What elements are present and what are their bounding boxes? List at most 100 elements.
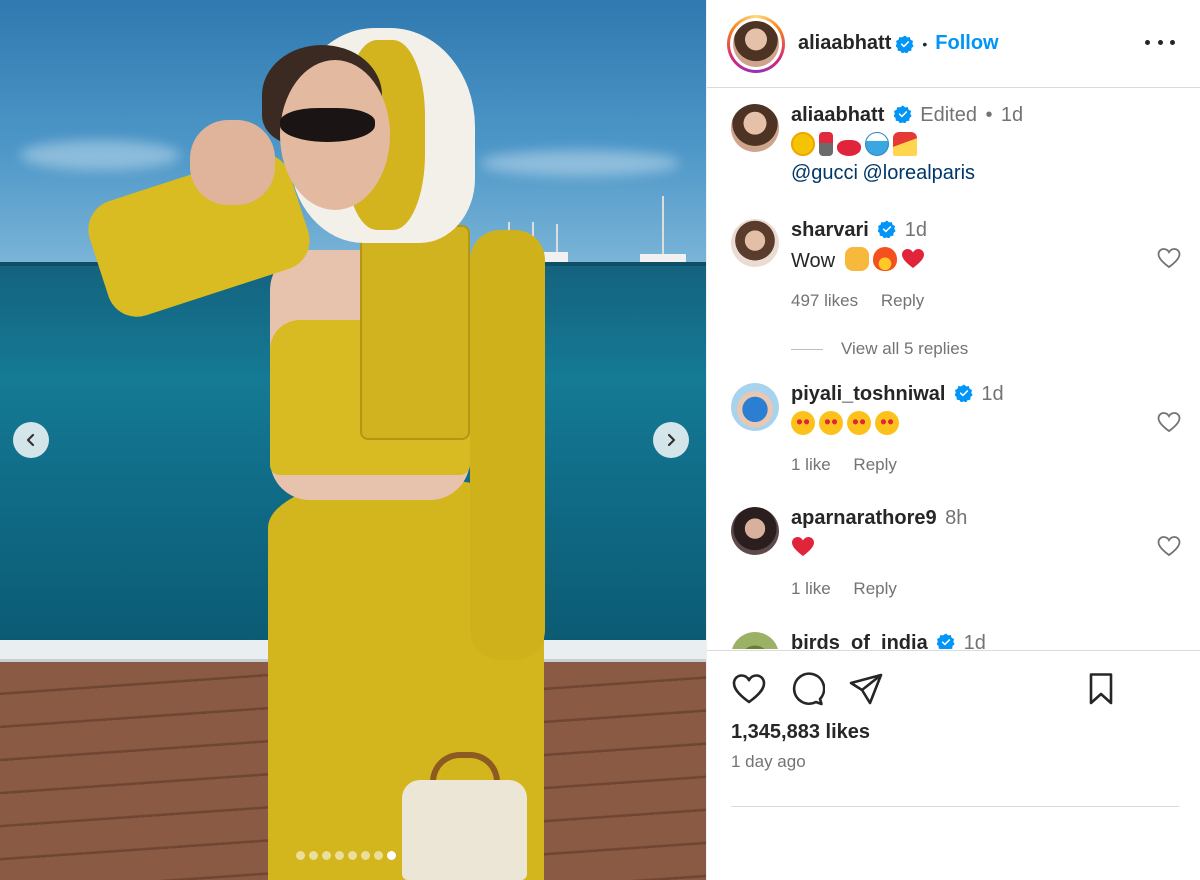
commenter-username[interactable]: birds_of_india (791, 632, 928, 649)
like-comment-icon[interactable] (1157, 411, 1181, 433)
commenter-username[interactable]: aparnarathore9 (791, 507, 937, 529)
like-count[interactable]: 1,345,883 likes (731, 721, 870, 744)
caption-mentions: @gucci @lorealparis (791, 162, 1151, 185)
photo-jacket-side (470, 230, 545, 660)
comment-text: Wow (791, 247, 1151, 273)
photo-handbag (402, 780, 527, 880)
comment-item: sharvari 1d Wow 497 likes Reply (731, 219, 1181, 319)
fire-emoji (872, 247, 897, 271)
more-options-icon[interactable] (1145, 30, 1175, 54)
sun-emoji (791, 132, 815, 156)
view-replies-label: View all 5 replies (841, 339, 969, 358)
follow-button[interactable]: Follow (935, 32, 998, 55)
caption-age: 1d (1000, 104, 1024, 126)
post-side-panel: aliaabhatt • Follow aliaabhatt Edited • … (706, 0, 1200, 880)
red-heart-emoji (901, 249, 924, 268)
separator-dot: • (922, 35, 928, 52)
carousel-dot[interactable] (335, 851, 344, 860)
commenter-avatar[interactable] (731, 507, 779, 555)
chevron-left-icon (26, 433, 35, 447)
heart-eyes-emoji (791, 411, 815, 435)
commenter-username[interactable]: piyali_toshniwal (791, 383, 945, 405)
verified-badge-icon (878, 220, 896, 238)
heart-eyes-emoji (819, 411, 843, 435)
carousel-dot[interactable] (348, 851, 357, 860)
chevron-right-icon (667, 433, 676, 447)
photo-cloud (480, 150, 680, 176)
comment-likes[interactable]: 1 like (791, 579, 831, 598)
like-comment-icon[interactable] (1157, 535, 1181, 557)
post-timestamp[interactable]: 1 day ago (731, 752, 806, 772)
avatar-image (733, 20, 779, 67)
comment-actions: 497 likes Reply (791, 291, 1151, 311)
comments-list[interactable]: aliaabhatt Edited • 1d @gucci @lorealpar… (707, 89, 1200, 649)
raised-hands-emoji (844, 247, 869, 271)
verified-badge-icon (954, 384, 973, 402)
separator-dot: • (985, 104, 993, 126)
save-icon[interactable] (1083, 671, 1119, 707)
caption-avatar[interactable] (731, 104, 779, 152)
carousel-dot[interactable] (322, 851, 331, 860)
photo-ship-mast (556, 224, 558, 252)
verified-badge-icon (937, 633, 955, 649)
reply-button[interactable]: Reply (881, 291, 924, 310)
comment-actions: 1 like Reply (791, 455, 1151, 475)
comment-age: 1d (904, 219, 927, 241)
commenter-username[interactable]: sharvari (791, 219, 869, 241)
carousel-dot[interactable] (387, 851, 396, 860)
commenter-avatar[interactable] (731, 219, 779, 267)
caption-username[interactable]: aliaabhatt (791, 104, 884, 126)
commenter-avatar[interactable] (731, 383, 779, 431)
comment-actions: 1 like Reply (791, 579, 1151, 599)
comment-likes[interactable]: 497 likes (791, 291, 858, 310)
reply-button[interactable]: Reply (853, 455, 896, 474)
photo-sailboat-mast (662, 196, 664, 254)
commenter-avatar[interactable] (731, 632, 779, 649)
author-avatar[interactable] (727, 14, 785, 73)
comment-icon[interactable] (789, 671, 825, 707)
photo-sunglasses (280, 108, 375, 142)
post-photo[interactable] (0, 0, 706, 880)
lipstick-emoji (819, 132, 833, 156)
section-divider (731, 806, 1179, 807)
mention-link[interactable]: @lorealparis (862, 162, 975, 184)
reply-button[interactable]: Reply (853, 579, 896, 598)
view-replies-line (791, 348, 823, 350)
mention-link[interactable]: @gucci (791, 162, 858, 184)
verified-badge-icon (893, 105, 912, 123)
next-slide-button[interactable] (653, 422, 689, 458)
carousel-dot[interactable] (374, 851, 383, 860)
action-icons (731, 671, 1177, 707)
comment-item: aparnarathore9 8h 1 like Reply (731, 507, 1181, 607)
photo-jacket-lapel (360, 225, 470, 440)
carousel-dot[interactable] (309, 851, 318, 860)
photo-sailboat (640, 254, 686, 262)
post-action-bar: 1,345,883 likes 1 day ago (707, 650, 1200, 880)
beach-umbrella-emoji (893, 132, 917, 156)
caption-edited: Edited (920, 104, 977, 126)
photo-hand (190, 120, 275, 205)
post-header: aliaabhatt • Follow (707, 0, 1200, 88)
comment-text-word: Wow (791, 250, 836, 272)
like-comment-icon[interactable] (1157, 247, 1181, 269)
author-username[interactable]: aliaabhatt (798, 32, 891, 55)
comment-text (791, 411, 1151, 437)
carousel-dots (296, 851, 396, 860)
comment-likes[interactable]: 1 like (791, 455, 831, 474)
caption-emojis (791, 132, 1151, 158)
view-replies-button[interactable]: View all 5 replies (791, 339, 968, 359)
comment-age: 8h (945, 507, 968, 529)
share-icon[interactable] (848, 671, 884, 707)
red-heart-emoji (792, 537, 814, 556)
heart-eyes-emoji (875, 411, 899, 435)
verified-badge-icon (896, 34, 914, 53)
previous-slide-button[interactable] (13, 422, 49, 458)
caption: aliaabhatt Edited • 1d @gucci @lorealpar… (731, 104, 1181, 194)
comment-age: 1d (981, 383, 1004, 405)
carousel-dot[interactable] (296, 851, 305, 860)
lips-emoji (837, 140, 861, 156)
like-icon[interactable] (731, 671, 767, 707)
heart-eyes-emoji (847, 411, 871, 435)
carousel-dot[interactable] (361, 851, 370, 860)
comment-item: birds_of_india 1d (731, 632, 1181, 649)
